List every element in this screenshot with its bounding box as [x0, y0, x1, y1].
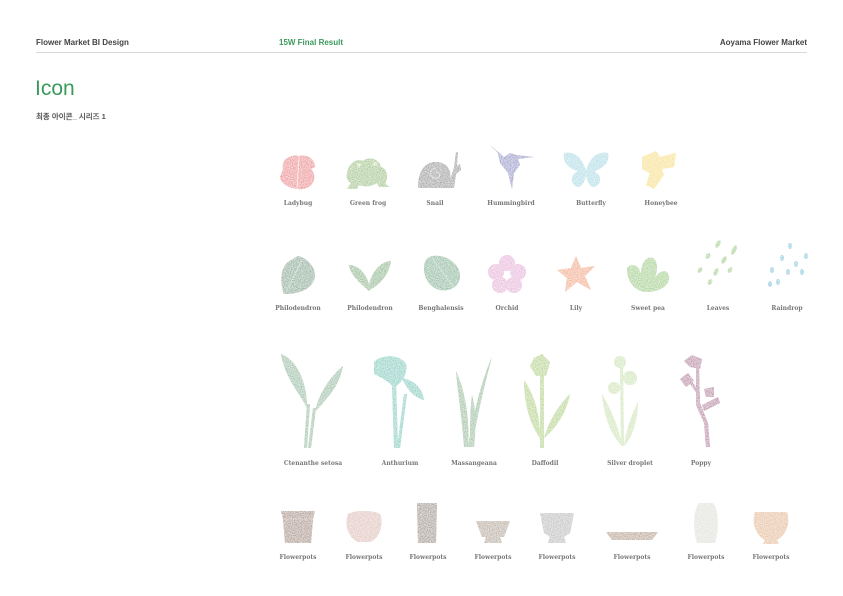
page-subtitle: 최종 아이콘_ 시리즈 1: [36, 112, 106, 121]
icon-label-snail: Snail: [426, 200, 444, 207]
daffodil-icon: [520, 354, 574, 450]
sweet-pea-icon: [625, 254, 671, 294]
massangeana-icon: [452, 355, 496, 449]
icon-label-flowerpot-6: Flowerpots: [613, 554, 651, 561]
icon-label-orchid: Orchid: [495, 305, 519, 312]
icon-label-lily: Lily: [569, 305, 583, 312]
flowerpot-vase-icon: [693, 501, 719, 545]
icon-label-ctenanthe: Ctenanthe setosa: [283, 460, 343, 467]
icon-label-flowerpot-3: Flowerpots: [409, 554, 447, 561]
butterfly-icon: [562, 147, 610, 191]
ctenanthe-icon: [277, 352, 347, 450]
icon-label-raindrop: Raindrop: [771, 305, 803, 312]
icon-label-green-frog: Green frog: [349, 200, 387, 207]
header-brand-design: Flower Market BI Design: [36, 38, 129, 47]
honeybee-icon: [638, 149, 678, 191]
icon-label-leaves: Leaves: [706, 305, 730, 312]
benghalensis-leaf-icon: [422, 254, 462, 294]
orchid-icon: [487, 254, 527, 294]
flowerpot-tray-icon: [604, 530, 660, 544]
icon-label-philodendron-1: Philodendron: [275, 305, 321, 312]
icon-label-honeybee: Honeybee: [644, 200, 678, 207]
icon-label-poppy: Poppy: [690, 460, 712, 467]
icon-label-flowerpot-2: Flowerpots: [345, 554, 383, 561]
icon-label-benghalensis: Benghalensis: [418, 305, 464, 312]
icon-label-flowerpot-5: Flowerpots: [538, 554, 576, 561]
icon-label-butterfly: Butterfly: [576, 200, 606, 207]
flowerpot-urn-icon: [751, 510, 791, 546]
snail-icon: [416, 148, 462, 190]
anthurium-icon: [372, 354, 428, 450]
header-client-name: Aoyama Flower Market: [719, 38, 807, 47]
icon-label-flowerpot-4: Flowerpots: [474, 554, 512, 561]
silver-droplet-icon: [600, 354, 642, 448]
philodendron-sprout-icon: [347, 255, 393, 293]
icon-label-sweet-pea: Sweet pea: [631, 305, 665, 312]
icon-label-daffodil: Daffodil: [531, 460, 559, 467]
flowerpot-bucket-icon: [279, 509, 317, 545]
poppy-icon: [678, 353, 726, 449]
icon-label-flowerpot-8: Flowerpots: [752, 554, 790, 561]
ladybug-icon: [277, 153, 319, 191]
icon-label-silver-droplet: Silver droplet: [607, 460, 653, 467]
raindrop-icon: [766, 242, 810, 288]
header-project-stage: 15W Final Result: [279, 38, 344, 47]
hummingbird-icon: [488, 143, 536, 191]
icon-label-massangeana: Massangeana: [451, 460, 497, 467]
icon-label-anthurium: Anthurium: [381, 460, 419, 467]
icon-label-ladybug: Ladybug: [283, 200, 313, 207]
icon-label-flowerpot-7: Flowerpots: [687, 554, 725, 561]
page-title: Icon: [35, 77, 75, 100]
header-divider: [36, 52, 807, 53]
flowerpot-tall-icon: [415, 501, 439, 545]
flowerpot-round-icon: [344, 510, 384, 544]
flowerpot-bowl-icon: [474, 519, 512, 545]
icon-label-hummingbird: Hummingbird: [487, 200, 535, 207]
icon-label-philodendron-2: Philodendron: [347, 305, 393, 312]
frog-icon: [345, 155, 391, 191]
flowerpot-cup-icon: [538, 511, 576, 545]
leaves-icon: [696, 240, 740, 286]
icon-label-flowerpot-1: Flowerpots: [279, 554, 317, 561]
lily-icon: [555, 254, 597, 294]
philodendron-leaf-icon: [278, 254, 320, 296]
